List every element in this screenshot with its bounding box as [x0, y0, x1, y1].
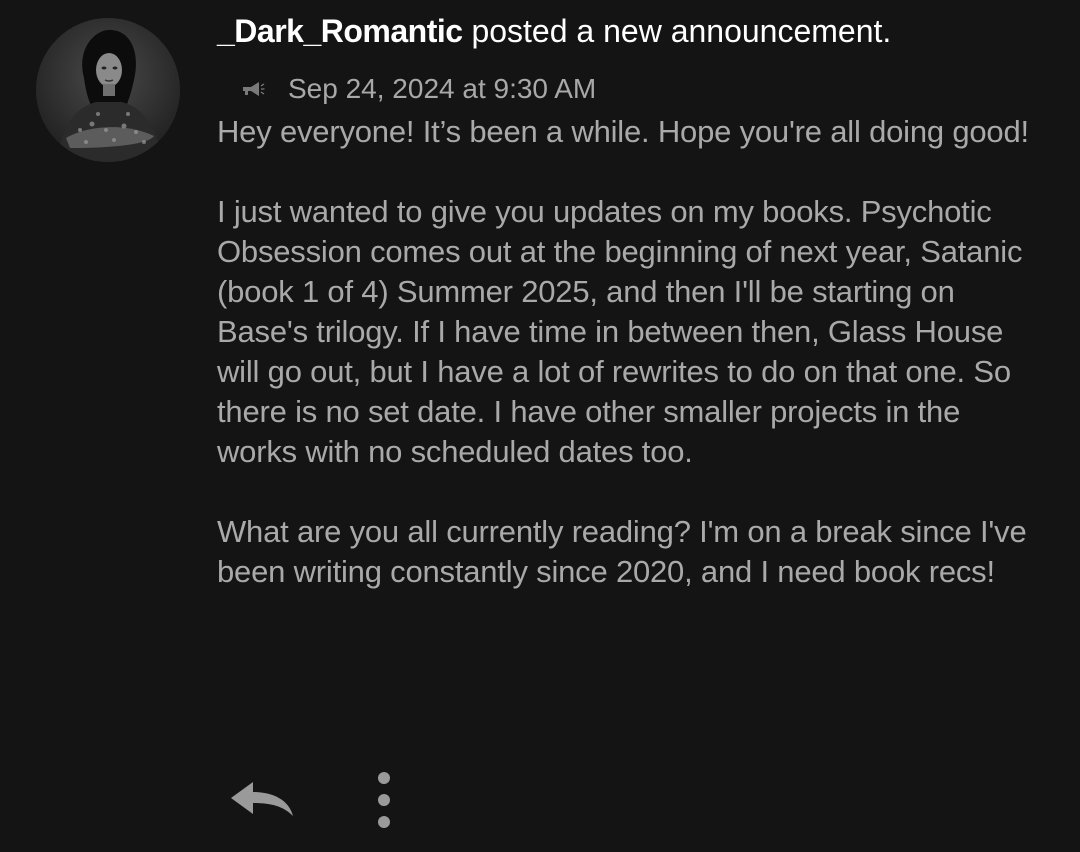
avatar-image [36, 18, 180, 162]
reply-arrow-icon [231, 782, 293, 816]
post-timestamp: Sep 24, 2024 at 9:30 AM [288, 73, 597, 104]
more-options-button[interactable] [372, 772, 396, 828]
post-actions [226, 772, 396, 828]
post-headline: _Dark_Romantic posted a new announcement… [217, 12, 1047, 50]
more-vertical-icon [378, 816, 390, 828]
username-link[interactable]: _Dark_Romantic [217, 13, 463, 49]
more-vertical-icon [378, 772, 390, 784]
reply-button[interactable] [226, 774, 296, 826]
more-vertical-icon [378, 794, 390, 806]
post-paragraph: I just wanted to give you updates on my … [217, 194, 1023, 469]
megaphone-icon [243, 82, 265, 96]
announcement-post: _Dark_Romantic posted a new announcement… [0, 0, 1080, 852]
post-action-text: posted a new announcement. [462, 13, 892, 49]
avatar[interactable] [36, 18, 180, 162]
post-paragraph: Hey everyone! It’s been a while. Hope yo… [217, 114, 1029, 149]
post-content: _Dark_Romantic posted a new announcement… [217, 0, 1047, 592]
post-paragraph: What are you all currently reading? I'm … [217, 514, 1027, 589]
post-meta: Sep 24, 2024 at 9:30 AM [241, 70, 1047, 108]
post-body: Hey everyone! It’s been a while. Hope yo… [217, 112, 1047, 592]
